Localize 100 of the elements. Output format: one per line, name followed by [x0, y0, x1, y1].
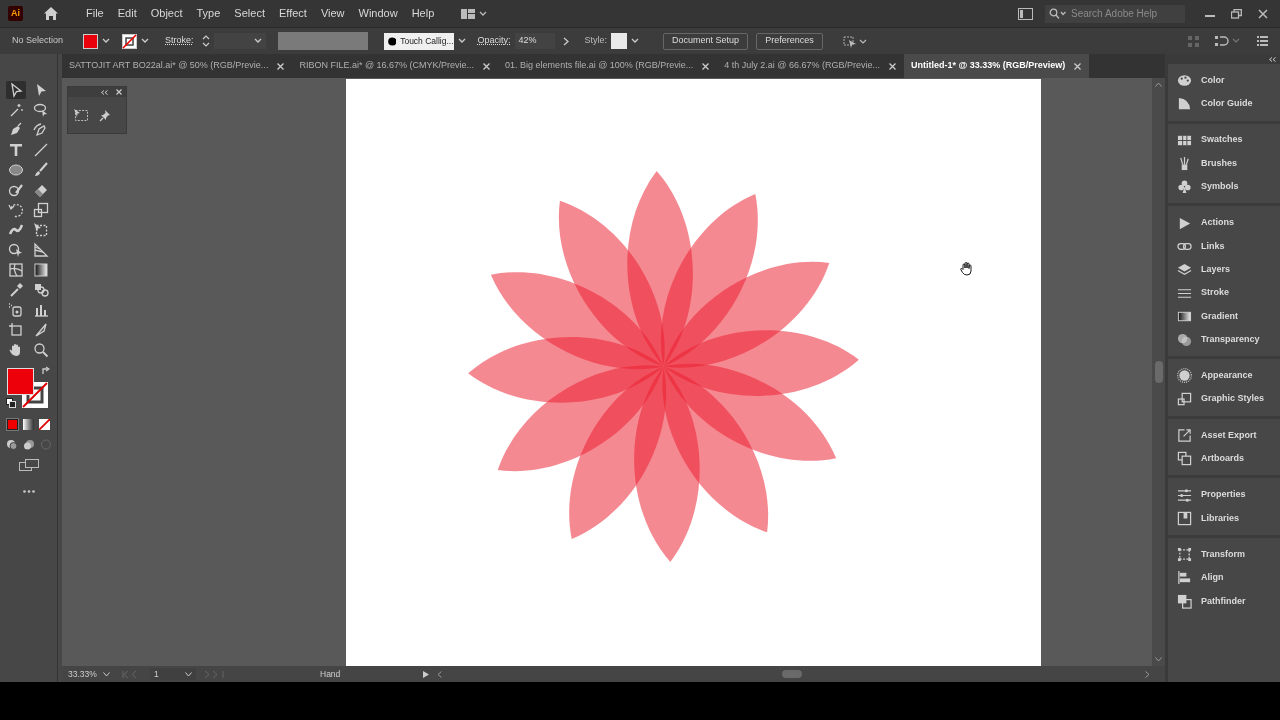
- panel-item[interactable]: Appearance: [1168, 364, 1280, 388]
- scroll-right-icon[interactable]: [1145, 670, 1150, 678]
- caret-icon[interactable]: [102, 38, 111, 44]
- toolbar-button[interactable]: Document Setup: [663, 32, 749, 50]
- scroll-left-icon[interactable]: [437, 670, 443, 678]
- menu-item[interactable]: Help: [404, 5, 442, 22]
- toolbar-button[interactable]: Preferences: [756, 32, 823, 50]
- brush-dropdown[interactable]: Touch Callig...: [383, 32, 454, 50]
- color-mode-button[interactable]: [7, 419, 18, 430]
- workspace-switcher-icon[interactable]: [461, 7, 488, 20]
- pin-icon[interactable]: [99, 108, 111, 122]
- home-icon[interactable]: [43, 6, 59, 21]
- document-tab[interactable]: Untitled-1* @ 33.33% (RGB/Preview): [904, 54, 1090, 78]
- panel-item[interactable]: Color Guide: [1168, 92, 1280, 116]
- tool-button[interactable]: [6, 201, 26, 219]
- panel-item[interactable]: Transform: [1168, 543, 1280, 567]
- panel-item[interactable]: Libraries: [1168, 506, 1280, 531]
- menu-item[interactable]: Object: [143, 5, 190, 22]
- draw-behind-icon[interactable]: [22, 439, 35, 450]
- panel-item[interactable]: Links: [1168, 234, 1280, 259]
- gradient-mode-button[interactable]: [23, 419, 34, 430]
- default-colors-icon[interactable]: [5, 398, 16, 408]
- caret-icon[interactable]: [631, 38, 640, 44]
- panel-item[interactable]: Asset Export: [1168, 423, 1280, 448]
- fill-swatch[interactable]: [83, 33, 99, 49]
- close-icon[interactable]: [1074, 62, 1082, 70]
- menu-item[interactable]: Edit: [110, 5, 144, 22]
- tool-button[interactable]: [6, 81, 26, 99]
- panel-item[interactable]: Transparency: [1168, 327, 1280, 352]
- opacity-label[interactable]: Opacity:: [477, 34, 511, 48]
- tool-button[interactable]: [6, 161, 26, 179]
- zoom-field[interactable]: 33.33%: [62, 667, 114, 681]
- scroll-down-icon[interactable]: [1155, 657, 1162, 662]
- caret-icon[interactable]: [253, 38, 262, 44]
- panel-item[interactable]: Brushes: [1168, 151, 1280, 176]
- scrollbar-thumb[interactable]: [782, 670, 803, 678]
- tool-button[interactable]: [31, 201, 51, 219]
- close-icon[interactable]: [889, 62, 896, 70]
- close-icon[interactable]: [1258, 8, 1268, 19]
- close-icon[interactable]: [483, 62, 491, 70]
- scrollbar-thumb[interactable]: [1154, 361, 1163, 383]
- close-icon[interactable]: [277, 62, 285, 70]
- tool-button[interactable]: [31, 261, 51, 279]
- style-swatch[interactable]: [611, 33, 628, 49]
- caret-icon[interactable]: [457, 38, 466, 44]
- collapse-icon[interactable]: [1269, 56, 1276, 62]
- play-icon[interactable]: [423, 670, 430, 678]
- swap-arrow-icon[interactable]: [40, 366, 50, 376]
- isolate-icon[interactable]: [842, 34, 867, 48]
- eyedropper-icon: [8, 282, 24, 298]
- blend-icon: [33, 282, 49, 298]
- menu-item[interactable]: Window: [351, 5, 405, 22]
- more-icon[interactable]: [22, 490, 35, 493]
- caret-icon[interactable]: [103, 671, 110, 677]
- panel-item[interactable]: Swatches: [1168, 128, 1280, 152]
- caret-icon[interactable]: [141, 38, 150, 44]
- panel-item[interactable]: Stroke: [1168, 281, 1280, 305]
- menu-item[interactable]: Effect: [271, 5, 314, 22]
- menu-item[interactable]: Type: [189, 5, 228, 22]
- menu-item[interactable]: Select: [227, 5, 272, 22]
- panel-item[interactable]: Symbols: [1168, 175, 1280, 199]
- panel-item[interactable]: Gradient: [1168, 304, 1280, 328]
- squares-icon: [1177, 391, 1192, 407]
- variable-width-field[interactable]: [277, 32, 368, 50]
- caret-icon[interactable]: [185, 671, 192, 677]
- align-options-icon[interactable]: [1215, 35, 1241, 47]
- restore-icon[interactable]: [1231, 8, 1242, 19]
- artboard-select-icon[interactable]: [73, 108, 89, 122]
- panel-item[interactable]: Layers: [1168, 258, 1280, 282]
- panel-item[interactable]: Properties: [1168, 483, 1280, 507]
- artboard-number-field[interactable]: 1: [150, 667, 196, 681]
- panel-item[interactable]: Graphic Styles: [1168, 387, 1280, 411]
- scroll-up-icon[interactable]: [1155, 82, 1162, 87]
- collapse-icon[interactable]: [101, 89, 108, 95]
- stroke-none-swatch[interactable]: [122, 33, 138, 49]
- panel-item[interactable]: Artboards: [1168, 447, 1280, 471]
- none-mode-button[interactable]: [39, 419, 50, 430]
- chevron-right-icon[interactable]: [562, 36, 569, 46]
- tool-button[interactable]: [31, 341, 51, 359]
- tool-button[interactable]: [31, 241, 51, 259]
- panel-item[interactable]: Actions: [1168, 211, 1280, 235]
- screen-mode-icon[interactable]: [18, 459, 39, 471]
- panel-toggle-icon[interactable]: [1018, 7, 1033, 20]
- menu-item[interactable]: File: [79, 5, 111, 22]
- menu-item[interactable]: View: [313, 5, 352, 22]
- tool-button[interactable]: [6, 261, 26, 279]
- fill-color-swatch[interactable]: [6, 368, 34, 395]
- panel-item[interactable]: Color: [1168, 69, 1280, 93]
- stroke-weight-field[interactable]: [213, 33, 266, 49]
- stepper-icon[interactable]: [201, 34, 210, 48]
- stroke-label[interactable]: Stroke:: [165, 34, 194, 48]
- panel-item[interactable]: Align: [1168, 566, 1280, 590]
- close-icon[interactable]: [116, 89, 122, 95]
- opacity-field[interactable]: 42%: [514, 33, 555, 49]
- close-icon[interactable]: [702, 62, 710, 70]
- draw-normal-icon[interactable]: [5, 439, 18, 450]
- app-logo[interactable]: Ai: [8, 6, 23, 21]
- search-field[interactable]: Search Adobe Help: [1045, 4, 1185, 23]
- panel-item[interactable]: Pathfinder: [1168, 589, 1280, 613]
- menu-icon[interactable]: [1257, 36, 1268, 46]
